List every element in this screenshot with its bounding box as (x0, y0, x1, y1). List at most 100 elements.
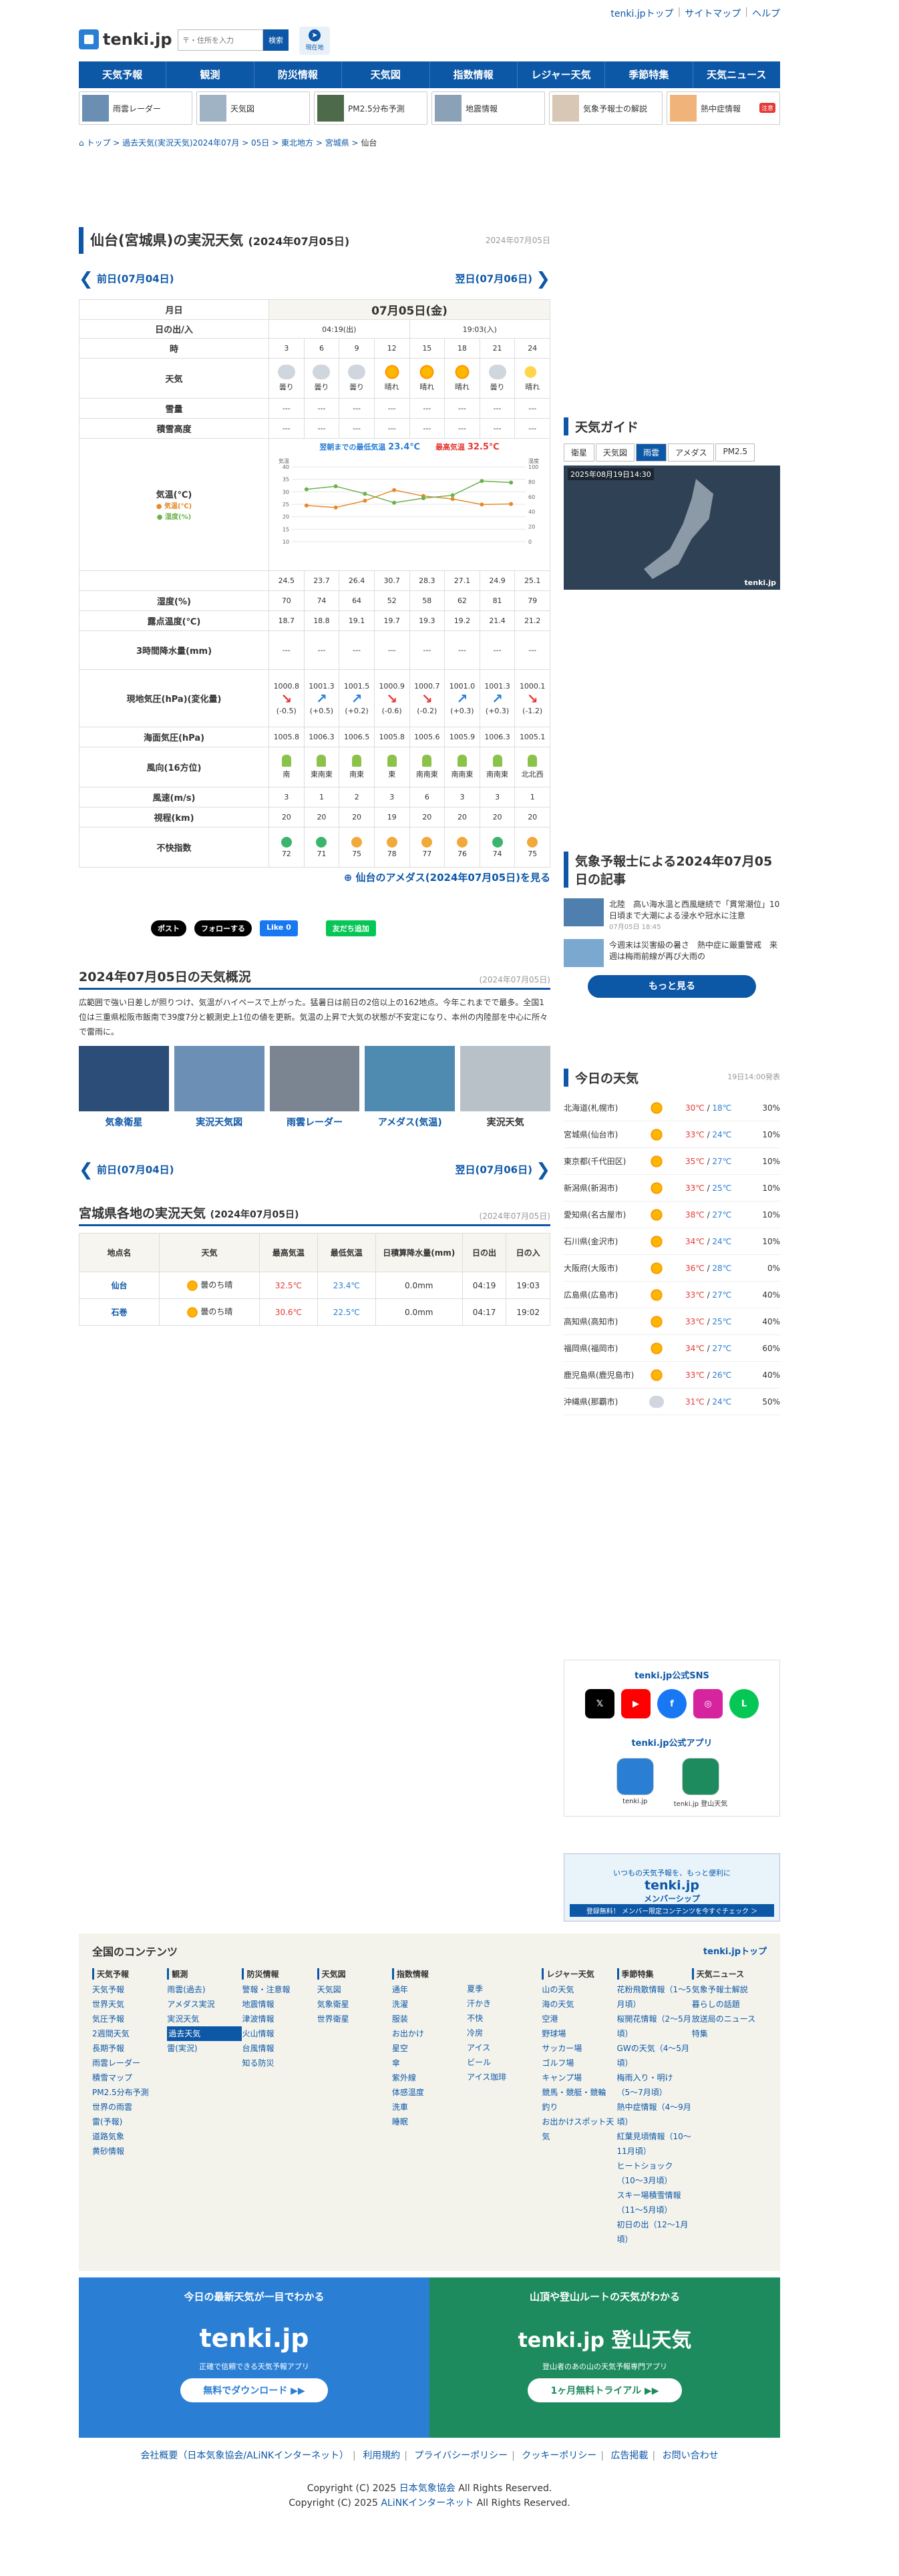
contents-link[interactable]: 気圧予報 (92, 2012, 167, 2026)
contents-top-link[interactable]: tenki.jpトップ (703, 1944, 767, 1957)
contents-link[interactable]: 天気図 (317, 1982, 392, 1997)
top-link-help[interactable]: ヘルプ (752, 7, 780, 20)
nav-forecast[interactable]: 天気予報 (79, 61, 167, 88)
x-icon[interactable]: 𝕏 (585, 1689, 614, 1718)
contents-link[interactable]: PM2.5分布予測 (92, 2085, 167, 2100)
contents-link[interactable]: 雷(実況) (167, 2041, 242, 2056)
today-row[interactable]: 福岡県(福岡市) 34℃ / 27℃ 60% (564, 1335, 780, 1362)
footer-link-privacy[interactable]: プライバシーポリシー (414, 2450, 508, 2461)
contents-link[interactable]: アメダス実況 (167, 1997, 242, 2012)
today-row[interactable]: 鹿児島県(鹿児島市) 33℃ / 26℃ 40% (564, 1362, 780, 1389)
contents-link[interactable]: 世界天気 (92, 1997, 167, 2012)
tab-weather-map[interactable]: 天気図 (596, 443, 635, 462)
membership-banner[interactable]: いつもの天気予報を、もっと便利に tenki.jp メンバーシップ 登録無料！ … (564, 1853, 780, 1921)
facebook-icon[interactable]: f (657, 1689, 687, 1718)
nav-season[interactable]: 季節特集 (605, 61, 693, 88)
breadcrumb-item[interactable]: 05日 (251, 138, 269, 148)
subnav-earthquake[interactable]: 地震情報 (431, 91, 545, 125)
today-row[interactable]: 北海道(札幌市) 30℃ / 18℃ 30% (564, 1095, 780, 1121)
today-row[interactable]: 宮城県(仙台市) 33℃ / 24℃ 10% (564, 1121, 780, 1148)
tab-amedas[interactable]: アメダス (668, 443, 715, 462)
contents-link[interactable]: 暮らしの話題 (692, 1997, 767, 2012)
contents-link[interactable]: 山の天気 (542, 1982, 616, 1997)
radar-map[interactable]: 2025年08月19日14:30 tenki.jp (564, 466, 780, 590)
contents-link[interactable]: 警報・注意報 (242, 1982, 317, 1997)
contents-link[interactable]: 特集 (692, 2026, 767, 2041)
nav-news[interactable]: 天気ニュース (693, 61, 780, 88)
footer-link-contact[interactable]: お問い合わせ (663, 2450, 719, 2461)
contents-link[interactable]: 津波情報 (242, 2012, 317, 2026)
prev-day-link[interactable]: ❮ 前日(07月04日) (79, 269, 174, 289)
subnav-heatstroke[interactable]: 熱中症情報 注意 (667, 91, 780, 125)
contents-link[interactable]: アイス珈琲 (467, 2070, 542, 2084)
nav-index[interactable]: 指数情報 (430, 61, 518, 88)
tenki-app-banner[interactable]: 今日の最新天気が一目でわかる tenki.jp 正確で信頼できる天気予報アプリ … (79, 2277, 429, 2438)
contents-link[interactable]: 不快 (467, 2011, 542, 2026)
instagram-icon[interactable]: ◎ (693, 1689, 723, 1718)
contents-link[interactable]: ビール (467, 2055, 542, 2070)
footer-link-terms[interactable]: 利用規約 (363, 2450, 400, 2461)
contents-link[interactable]: 道路気象 (92, 2129, 167, 2144)
contents-link[interactable]: 体感温度 (392, 2085, 467, 2100)
alink-link[interactable]: ALiNKインターネット (381, 2498, 474, 2509)
contents-link[interactable]: 傘 (392, 2056, 467, 2070)
news-item[interactable]: 北陸 高い海水温と西風継続で「貫常潮位」10日頃まで大潮による浸水や冠水に注意 0… (564, 898, 780, 931)
contents-link[interactable]: 黄砂情報 (92, 2144, 167, 2159)
nav-leisure[interactable]: レジャー天気 (518, 61, 606, 88)
thumb-satellite[interactable]: 気象衛星 (79, 1046, 169, 1129)
search-input[interactable] (178, 29, 263, 51)
nav-disaster[interactable]: 防災情報 (254, 61, 343, 88)
contents-link[interactable]: 通年 (392, 1982, 467, 1997)
contents-link[interactable]: アイス (467, 2040, 542, 2055)
current-location-button[interactable]: ➤ 現在地 (299, 27, 330, 55)
breadcrumb-item[interactable]: トップ (86, 138, 110, 148)
contents-link[interactable]: 紫外線 (392, 2070, 467, 2085)
nav-weather-map[interactable]: 天気図 (342, 61, 430, 88)
tab-radar[interactable]: 雨雲 (636, 443, 667, 462)
youtube-icon[interactable]: ▶ (621, 1689, 651, 1718)
contents-link[interactable]: 雨雲レーダー (92, 2056, 167, 2070)
download-button[interactable]: 無料でダウンロード ▶▶ (180, 2378, 328, 2402)
app-tozan[interactable]: tenki.jp 登山天気 (674, 1758, 727, 1808)
line-add-button[interactable]: 友だち追加 (325, 920, 376, 936)
subnav-pm25[interactable]: PM2.5分布予測 (314, 91, 427, 125)
contents-link[interactable]: 初日の出（12〜1月頃） (617, 2217, 692, 2247)
amedas-link[interactable]: ⊕ 仙台のアメダス(2024年07月05日)を見る (79, 870, 550, 884)
contents-link[interactable]: お出かけスポット天気 (542, 2114, 616, 2144)
thumb-actual[interactable]: 実況天気 (460, 1046, 550, 1129)
news-item[interactable]: 今週末は災害級の暑さ 熱中症に厳重警戒 来週は梅雨前線が再び大雨の (564, 939, 780, 967)
contents-link[interactable]: 台風情報 (242, 2041, 317, 2056)
nav-observation[interactable]: 観測 (166, 61, 254, 88)
contents-link[interactable]: 冷房 (467, 2026, 542, 2040)
subnav-radar[interactable]: 雨雲レーダー (79, 91, 192, 125)
contents-link[interactable]: 気象予報士解説 (692, 1982, 767, 1997)
city-link[interactable]: 石巻 (111, 1308, 127, 1317)
x-post-button[interactable]: ポスト (151, 920, 186, 936)
thumb-weather-map[interactable]: 実況天気図 (174, 1046, 264, 1129)
contents-link[interactable]: お出かけ (392, 2026, 467, 2041)
tab-pm25[interactable]: PM2.5 (715, 443, 755, 462)
footer-link-ads[interactable]: 広告掲載 (610, 2450, 648, 2461)
contents-link[interactable]: 天気予報 (92, 1982, 167, 1997)
contents-link[interactable]: 世界衛星 (317, 2012, 392, 2026)
contents-link[interactable]: 釣り (542, 2100, 616, 2114)
x-follow-button[interactable]: フォローする (194, 920, 252, 936)
contents-link[interactable]: 紅葉見頃情報（10〜11月頃） (617, 2129, 692, 2159)
contents-link[interactable]: 梅雨入り・明け（5〜7月頃） (617, 2070, 692, 2100)
logo[interactable]: tenki.jp (79, 29, 172, 49)
contents-link[interactable]: 海の天気 (542, 1997, 616, 2012)
breadcrumb-item[interactable]: 過去天気(実況天気)2024年07月 (122, 138, 239, 148)
contents-link[interactable]: キャンプ場 (542, 2070, 616, 2085)
contents-link[interactable]: 桜開花情報（2〜5月頃） (617, 2012, 692, 2041)
contents-link[interactable]: 熱中症情報（4〜9月頃） (617, 2100, 692, 2129)
contents-link[interactable]: 野球場 (542, 2026, 616, 2041)
today-row[interactable]: 高知県(高知市) 33℃ / 25℃ 40% (564, 1308, 780, 1335)
contents-link[interactable]: 実況天気 (167, 2012, 242, 2026)
jwa-link[interactable]: 日本気象協会 (399, 2483, 456, 2494)
tozan-app-banner[interactable]: 山頂や登山ルートの天気がわかる tenki.jp 登山天気 登山者のあの山の天気… (429, 2277, 780, 2438)
thumb-amedas[interactable]: アメダス(気温) (365, 1046, 456, 1129)
today-row[interactable]: 石川県(金沢市) 34℃ / 24℃ 10% (564, 1228, 780, 1255)
subnav-weather-map[interactable]: 天気図 (196, 91, 310, 125)
contents-link[interactable]: 2週間天気 (92, 2026, 167, 2041)
contents-link[interactable]: 過去天気 (167, 2026, 242, 2041)
